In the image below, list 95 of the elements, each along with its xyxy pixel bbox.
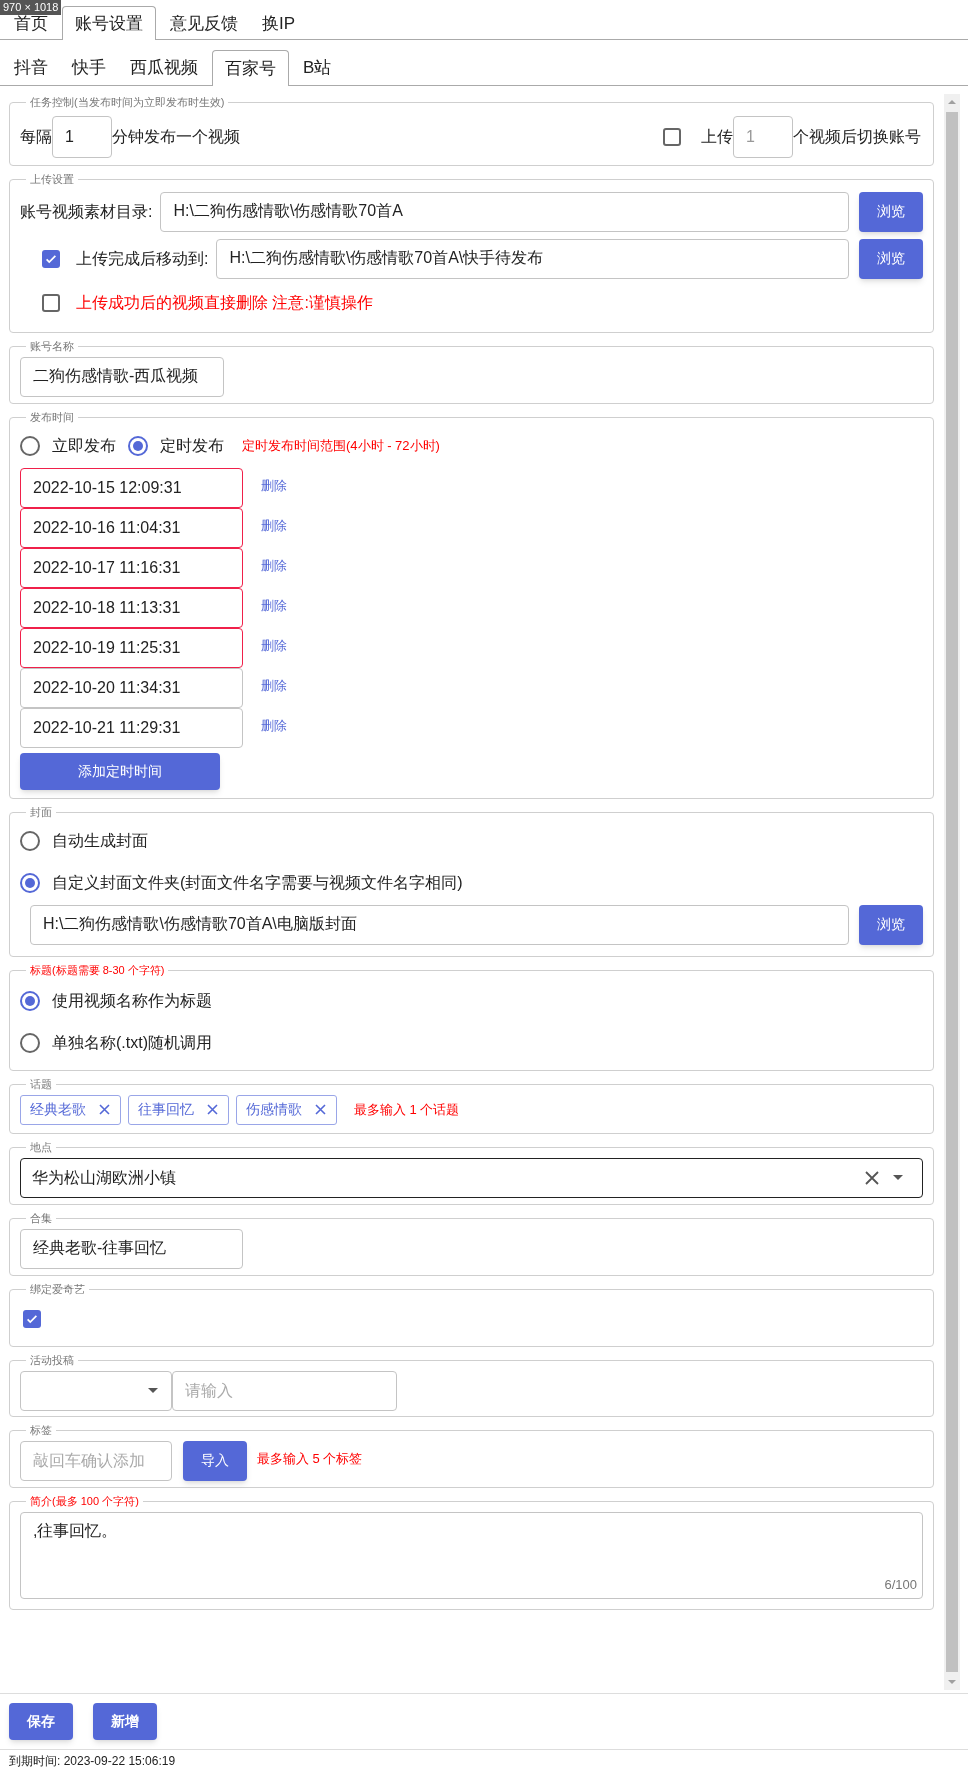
section-legend: 账号名称 xyxy=(26,338,78,355)
path-field[interactable]: H:\二狗伤感情歌\伤感情歌70首A xyxy=(160,191,849,232)
caret-icon[interactable] xyxy=(893,1175,903,1180)
footer-button[interactable]: 保存 xyxy=(9,1703,73,1740)
number-field[interactable]: 1 xyxy=(52,115,112,158)
radio-button[interactable] xyxy=(20,990,40,1011)
radio-button[interactable] xyxy=(128,435,148,456)
field-label: 个视频后切换账号 xyxy=(793,126,921,147)
close-icon[interactable] xyxy=(98,1103,111,1116)
radio-label: 自定义封面文件夹(封面文件名字需要与视频文件名字相同) xyxy=(52,872,463,893)
radio-button[interactable] xyxy=(20,435,40,456)
tab[interactable]: 抖音 xyxy=(4,51,58,85)
tab[interactable]: 快手 xyxy=(62,51,116,85)
tab[interactable]: 账号设置 xyxy=(62,6,156,40)
browse-button[interactable]: 浏览 xyxy=(859,191,923,232)
scrollbar[interactable] xyxy=(944,94,960,1690)
radio-label: 定时发布 xyxy=(160,435,224,456)
collection-field[interactable]: 经典老歌-往事回忆 xyxy=(20,1228,243,1269)
section-legend: 简介(最多 100 个字符) xyxy=(26,1493,143,1510)
location-select[interactable]: 华为松山湖欧洲小镇 xyxy=(20,1157,923,1198)
size-badge: 970 × 1018 xyxy=(0,0,62,15)
section-legend: 绑定爱奇艺 xyxy=(26,1281,89,1298)
radio-button[interactable] xyxy=(20,1032,40,1053)
delete-link[interactable]: 删除 xyxy=(261,476,287,496)
checkbox[interactable] xyxy=(23,1309,41,1328)
browse-button[interactable]: 浏览 xyxy=(859,904,923,945)
tab[interactable]: 首页 xyxy=(4,13,58,35)
radio-label: 使用视频名称作为标题 xyxy=(52,990,212,1011)
hint-text: 最多输入 5 个标签 xyxy=(257,1449,363,1468)
field-label: 账号视频素材目录: xyxy=(20,201,153,222)
section-legend: 上传设置 xyxy=(26,171,78,188)
tab[interactable]: 换IP xyxy=(252,13,306,35)
radio-label: 自动生成封面 xyxy=(52,830,148,851)
tab[interactable]: B站 xyxy=(293,51,342,85)
delete-link[interactable]: 删除 xyxy=(261,636,287,656)
warning-label: 上传成功后的视频直接删除 注意:谨慎操作 xyxy=(76,292,373,313)
checkbox[interactable] xyxy=(42,249,60,268)
tag-text: 往事回忆 xyxy=(138,1100,194,1119)
activity-field[interactable]: 请输入 xyxy=(172,1370,397,1411)
footer-button[interactable]: 新增 xyxy=(93,1703,157,1740)
datetime-field[interactable]: 2022-10-21 11:29:31 xyxy=(20,707,243,748)
section-legend: 标签 xyxy=(26,1422,56,1439)
clear-icon[interactable] xyxy=(865,1170,879,1185)
path-field[interactable]: H:\二狗伤感情歌\伤感情歌70首A\电脑版封面 xyxy=(30,904,849,945)
datetime-field[interactable]: 2022-10-16 11:04:31 xyxy=(20,507,243,548)
topic-tag[interactable]: 经典老歌 xyxy=(20,1094,121,1125)
datetime-field[interactable]: 2022-10-18 11:13:31 xyxy=(20,587,243,628)
checkbox[interactable] xyxy=(42,293,60,312)
datetime-field[interactable]: 2022-10-20 11:34:31 xyxy=(20,667,243,708)
radio-button[interactable] xyxy=(20,830,40,851)
import-button[interactable]: 导入 xyxy=(183,1440,247,1481)
tab[interactable]: 西瓜视频 xyxy=(120,51,208,85)
section-legend: 活动投稿 xyxy=(26,1352,78,1369)
tab[interactable]: 意见反馈 xyxy=(160,13,248,35)
delete-link[interactable]: 删除 xyxy=(261,716,287,736)
browse-button[interactable]: 浏览 xyxy=(859,238,923,279)
expiry-text: 到期时间: 2023-09-22 15:06:19 xyxy=(9,1753,176,1770)
field-label: 上传完成后移动到: xyxy=(76,248,209,269)
hint-text: 定时发布时间范围(4小时 - 72小时) xyxy=(242,436,440,455)
field-label: 上传 xyxy=(701,126,733,147)
field-label: 每隔 xyxy=(20,126,52,147)
char-counter: 6/100 xyxy=(884,1576,917,1594)
tag-text: 伤感情歌 xyxy=(246,1100,302,1119)
radio-label: 立即发布 xyxy=(52,435,116,456)
delete-link[interactable]: 删除 xyxy=(261,556,287,576)
delete-link[interactable]: 删除 xyxy=(261,516,287,536)
section-legend: 封面 xyxy=(26,804,56,821)
radio-label: 单独名称(.txt)随机调用 xyxy=(52,1032,212,1053)
topic-tag[interactable]: 伤感情歌 xyxy=(236,1094,337,1125)
add-time-button[interactable]: 添加定时时间 xyxy=(20,752,220,790)
section-legend: 发布时间 xyxy=(26,409,78,426)
tag-field[interactable]: 敲回车确认添加 xyxy=(20,1440,172,1481)
section-legend: 标题(标题需要 8-30 个字符) xyxy=(26,962,169,979)
close-icon[interactable] xyxy=(314,1103,327,1116)
section-legend: 地点 xyxy=(26,1139,56,1156)
topic-tag[interactable]: 往事回忆 xyxy=(128,1094,229,1125)
tab[interactable]: 百家号 xyxy=(212,50,289,86)
delete-link[interactable]: 删除 xyxy=(261,596,287,616)
section-legend: 任务控制(当发布时间为立即发布时生效) xyxy=(26,94,229,111)
section-legend: 话题 xyxy=(26,1076,56,1093)
close-icon[interactable] xyxy=(206,1103,219,1116)
account-name-field[interactable]: 二狗伤感情歌-西瓜视频 xyxy=(20,356,224,397)
select-value: 华为松山湖欧洲小镇 xyxy=(32,1167,177,1188)
tag-text: 经典老歌 xyxy=(30,1100,86,1119)
field-label: 分钟发布一个视频 xyxy=(112,126,240,147)
radio-button[interactable] xyxy=(20,872,40,893)
section-legend: 合集 xyxy=(26,1210,56,1227)
datetime-field[interactable]: 2022-10-19 11:25:31 xyxy=(20,627,243,668)
hint-text: 最多输入 1 个话题 xyxy=(354,1100,460,1119)
path-field[interactable]: H:\二狗伤感情歌\伤感情歌70首A\快手待发布 xyxy=(216,238,849,279)
checkbox[interactable] xyxy=(663,127,681,146)
delete-link[interactable]: 删除 xyxy=(261,676,287,696)
datetime-field[interactable]: 2022-10-17 11:16:31 xyxy=(20,547,243,588)
caret-icon[interactable] xyxy=(148,1388,158,1393)
datetime-field[interactable]: 2022-10-15 12:09:31 xyxy=(20,467,243,508)
